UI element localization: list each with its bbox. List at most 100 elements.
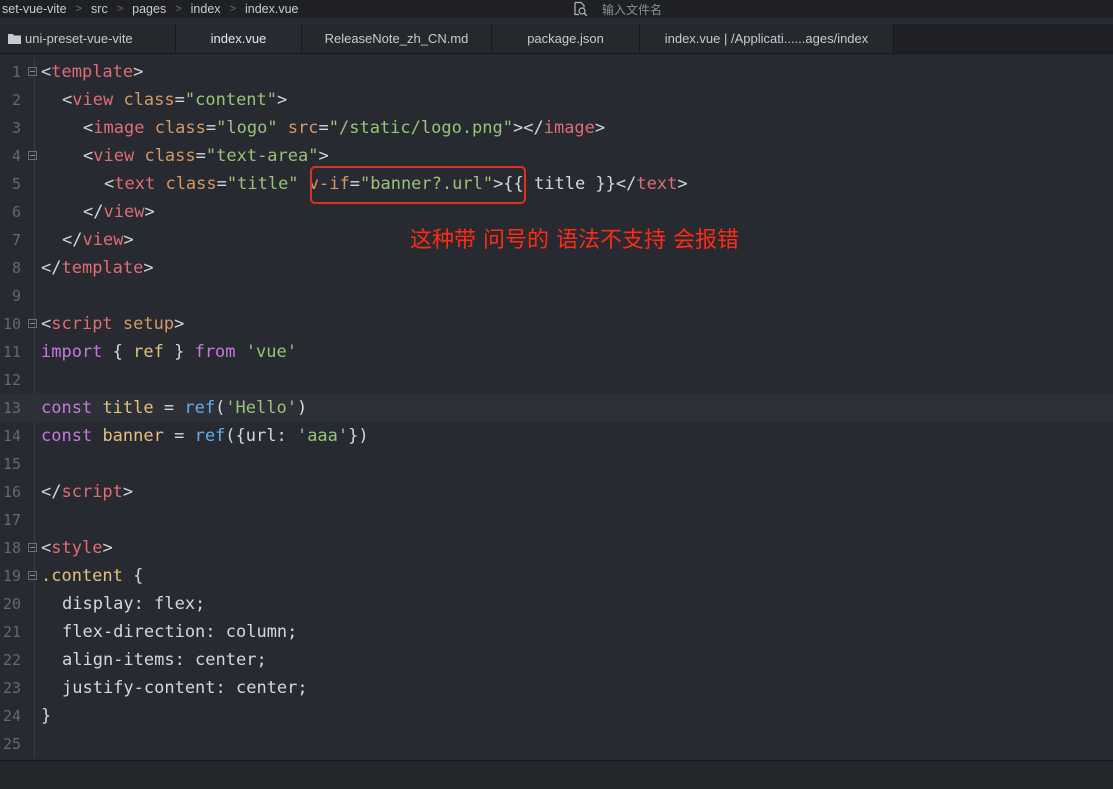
fold-toggle-icon[interactable] <box>28 67 37 76</box>
line-number: 15 <box>2 455 21 473</box>
code-editor[interactable]: 1 <template> 2 <view class="content"> 3 <imag… <box>0 58 1113 758</box>
code-line[interactable]: 11 import { ref } from 'vue' <box>0 338 1113 366</box>
code-token: { <box>102 342 134 362</box>
tab-project[interactable]: uni-preset-vue-vite <box>0 24 176 53</box>
code-token: text <box>636 174 678 194</box>
code-token: view <box>103 202 145 222</box>
code-line[interactable]: 4 <view class="text-area"> <box>0 142 1113 170</box>
breadcrumb-item[interactable]: pages <box>132 2 166 16</box>
file-search[interactable]: 输入文件名 <box>572 0 662 18</box>
code-line[interactable]: 13 const title = ref('Hello') <box>0 394 1113 422</box>
breadcrumb-separator: > <box>116 3 124 15</box>
tab-package-json[interactable]: package.json <box>492 24 640 53</box>
line-number: 10 <box>2 315 21 333</box>
code-token: display: flex; <box>62 594 206 614</box>
code-token: < <box>41 538 52 558</box>
code-line[interactable]: 22 align-items: center; <box>0 646 1113 674</box>
code-token: script <box>51 314 113 334</box>
code-line[interactable]: 2 <view class="content"> <box>0 86 1113 114</box>
code-token: < <box>62 90 73 110</box>
code-line[interactable]: 9 <box>0 282 1113 310</box>
breadcrumb-item[interactable]: src <box>91 2 108 16</box>
code-token: const <box>41 426 93 446</box>
code-token: 'vue' <box>245 342 297 362</box>
code-line[interactable]: 15 <box>0 450 1113 478</box>
fold-toggle-icon[interactable] <box>28 151 37 160</box>
tab-index-vue[interactable]: index.vue <box>176 24 302 53</box>
code-token: = <box>205 118 217 138</box>
tab-label: index.vue | /Applicati......ages/index <box>664 31 869 46</box>
code-text: .content { <box>41 562 143 590</box>
line-number: 14 <box>2 427 21 445</box>
breadcrumb-separator: > <box>75 3 83 15</box>
code-token: justify-content: center; <box>62 678 308 698</box>
breadcrumb-item[interactable]: set-vue-vite <box>2 2 67 16</box>
code-token: image <box>93 118 145 138</box>
code-line[interactable]: 1 <template> <box>0 58 1113 86</box>
code-token: ref <box>194 426 226 446</box>
code-token: .content <box>41 566 123 586</box>
code-line[interactable]: 5 <text class="title" v-if="banner?.url">… <box>0 170 1113 198</box>
code-token: > <box>122 482 134 502</box>
code-token: image <box>543 118 595 138</box>
code-token: ref <box>133 342 164 362</box>
tab-index-vue-path[interactable]: index.vue | /Applicati......ages/index <box>640 24 894 53</box>
code-text: <view class="text-area"> <box>83 142 329 170</box>
line-number: 9 <box>11 287 21 305</box>
code-text: flex-direction: column; <box>62 618 297 646</box>
code-line[interactable]: 8 </template> <box>0 254 1113 282</box>
code-line[interactable]: 16 </script> <box>0 478 1113 506</box>
breadcrumb-item[interactable]: index.vue <box>245 2 299 16</box>
code-token: title <box>102 398 154 418</box>
code-token: </ <box>41 258 62 278</box>
line-number: 8 <box>11 259 21 277</box>
code-token: > <box>133 62 144 82</box>
line-number: 18 <box>2 539 21 557</box>
code-token: </ <box>41 482 62 502</box>
code-token: "title" <box>226 174 299 194</box>
code-token: script <box>61 482 123 502</box>
code-token: "/static/logo.png" <box>328 118 513 138</box>
code-line[interactable]: 10 <script setup> <box>0 310 1113 338</box>
fold-toggle-icon[interactable] <box>28 543 37 552</box>
breadcrumb-item[interactable]: index <box>191 2 221 16</box>
code-token: = <box>163 426 195 446</box>
line-number: 25 <box>2 735 21 753</box>
line-number: 5 <box>11 175 21 193</box>
code-line[interactable]: 20 display: flex; <box>0 590 1113 618</box>
fold-toggle-icon[interactable] <box>28 319 37 328</box>
search-file-icon <box>574 1 588 17</box>
status-bar <box>0 760 1113 789</box>
code-token: > <box>144 202 155 222</box>
code-line[interactable]: 19 .content { <box>0 562 1113 590</box>
code-line[interactable]: 23 justify-content: center; <box>0 674 1113 702</box>
tab-label: ReleaseNote_zh_CN.md <box>324 31 469 46</box>
code-token: 'Hello' <box>225 398 297 418</box>
line-number: 23 <box>2 679 21 697</box>
code-token: from <box>194 342 236 362</box>
code-line[interactable]: 14 const banner = ref({url: 'aaa'}) <box>0 422 1113 450</box>
code-line[interactable]: 25 <box>0 730 1113 758</box>
code-line[interactable]: 21 flex-direction: column; <box>0 618 1113 646</box>
code-token: template <box>61 258 144 278</box>
breadcrumb-bar: set-vue-vite > src > pages > index > ind… <box>0 0 1113 18</box>
code-token: align-items: center; <box>62 650 267 670</box>
code-text: </view> <box>62 226 134 254</box>
code-line[interactable]: 3 <image class="logo" src="/static/logo.p… <box>0 114 1113 142</box>
code-line[interactable]: 24} <box>0 702 1113 730</box>
code-token: > <box>102 538 113 558</box>
code-token: "logo" <box>216 118 278 138</box>
code-token: > <box>594 118 606 138</box>
code-text: align-items: center; <box>62 646 267 674</box>
tab-releasenote[interactable]: ReleaseNote_zh_CN.md <box>302 24 492 53</box>
tab-label: package.json <box>527 31 604 46</box>
code-token: = <box>216 174 227 194</box>
code-line[interactable]: 18 <style> <box>0 534 1113 562</box>
code-line[interactable]: 17 <box>0 506 1113 534</box>
fold-toggle-icon[interactable] <box>28 571 37 580</box>
code-token: = <box>174 90 185 110</box>
code-line[interactable]: 12 <box>0 366 1113 394</box>
